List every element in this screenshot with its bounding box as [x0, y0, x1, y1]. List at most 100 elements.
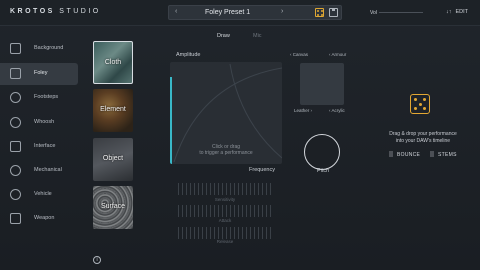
edit-icon: ↓↑ — [446, 9, 452, 15]
slider-tick — [238, 227, 239, 239]
performance-pad[interactable]: Click or drag to trigger a performance — [170, 62, 282, 164]
bounce-button[interactable]: BOUNCE — [389, 151, 420, 158]
bounce-label: BOUNCE — [397, 152, 421, 158]
pad-hint-line: to trigger a performance — [199, 150, 253, 156]
sidebar-item-foley[interactable]: Foley — [0, 63, 78, 85]
slider-tick — [198, 183, 199, 195]
slider-tick — [262, 227, 263, 239]
pitch-knob[interactable] — [304, 134, 340, 170]
brand-suffix: STUDIO — [59, 8, 101, 15]
slider-tick — [238, 183, 239, 195]
slider-tick — [186, 183, 187, 195]
sidebar-item-label: Weapon — [34, 215, 55, 221]
sidebar-item-label: Mechanical — [34, 167, 62, 173]
slider-tick — [206, 205, 207, 217]
morph-label-acrylic[interactable]: ‹ Acrylic — [329, 108, 345, 113]
slider-tick — [194, 205, 195, 217]
sidebar-item-weapon[interactable]: Weapon — [0, 208, 78, 230]
drag-drop-dice-icon[interactable] — [410, 94, 430, 114]
slider-tick — [230, 227, 231, 239]
volume-slider[interactable] — [379, 12, 423, 13]
slider-tick — [226, 183, 227, 195]
sidebar-item-label: Whoosh — [34, 119, 55, 125]
slider-tick — [210, 227, 211, 239]
gear-icon — [10, 165, 21, 176]
slider-tick — [234, 183, 235, 195]
slider-tick — [262, 183, 263, 195]
tile-element[interactable]: Element — [93, 89, 133, 132]
frequency-label: Frequency — [249, 167, 275, 173]
morph-pad[interactable] — [300, 63, 344, 105]
slider-tick — [178, 227, 179, 239]
tile-label: Object — [102, 155, 124, 162]
sensitivity-slider[interactable] — [178, 183, 272, 195]
sidebar-item-vehicle[interactable]: Vehicle — [0, 184, 78, 206]
stems-button[interactable]: STEMS — [430, 151, 457, 158]
top-bar: KROTOS STUDIO ‹ Foley Preset 1 › Vol ↓↑ E… — [0, 0, 480, 26]
brand-logo: KROTOS STUDIO — [10, 8, 101, 15]
info-icon[interactable]: i — [93, 256, 101, 264]
sidebar-item-whoosh[interactable]: Whoosh — [0, 112, 78, 134]
stems-label: STEMS — [438, 152, 457, 158]
preset-selector[interactable]: ‹ Foley Preset 1 › — [168, 5, 342, 20]
amplitude-label: Amplitude — [176, 52, 201, 58]
tile-object[interactable]: Object — [93, 138, 133, 181]
slider-tick — [194, 183, 195, 195]
slider-tick — [234, 205, 235, 217]
release-slider[interactable] — [178, 227, 272, 239]
sidebar-item-footsteps[interactable]: Footsteps — [0, 87, 78, 109]
morph-label-canvas[interactable]: ‹ Canvas — [290, 52, 308, 57]
slider-tick — [214, 183, 215, 195]
slider-tick — [206, 183, 207, 195]
slider-tick — [254, 183, 255, 195]
edit-button[interactable]: ↓↑ EDIT — [446, 9, 472, 15]
slider-tick — [254, 227, 255, 239]
slider-tick — [210, 183, 211, 195]
sidebar-item-label: Foley — [34, 70, 48, 76]
tab-mic[interactable]: Mic — [253, 33, 262, 39]
slider-tick — [206, 227, 207, 239]
slider-tick — [258, 205, 259, 217]
tile-surface[interactable]: Surface — [93, 186, 133, 229]
slider-tick — [234, 227, 235, 239]
tile-label: Surface — [100, 203, 126, 210]
preset-name[interactable]: Foley Preset 1 — [205, 9, 250, 16]
sidebar-item-interface[interactable]: Interface — [0, 136, 78, 158]
pitch-label: Pitch — [317, 168, 330, 174]
interface-icon — [10, 141, 21, 152]
brand-name: KROTOS — [10, 8, 55, 15]
category-sidebar: Background Foley Footsteps Whoosh Interf… — [0, 26, 82, 270]
attack-slider[interactable] — [178, 205, 272, 217]
sidebar-item-mechanical[interactable]: Mechanical — [0, 160, 78, 182]
app-window: KROTOS STUDIO ‹ Foley Preset 1 › Vol ↓↑ E… — [0, 0, 480, 270]
volume-label: Vol — [370, 10, 377, 16]
edit-label: EDIT — [455, 9, 469, 15]
sensitivity-label: Sensitivity — [214, 197, 236, 202]
morph-label-armour[interactable]: ‹ Armour — [329, 52, 346, 57]
drag-drop-line: into your DAW's timeline — [395, 137, 451, 144]
slider-tick — [270, 205, 271, 217]
slider-tick — [190, 227, 191, 239]
save-icon[interactable] — [329, 8, 338, 17]
slider-tick — [198, 227, 199, 239]
drag-drop-instructions: Drag & drop your performance into your D… — [378, 131, 468, 144]
drag-drop-line: Drag & drop your performance — [389, 131, 457, 137]
randomize-dice-icon[interactable] — [315, 8, 324, 17]
slider-tick — [266, 227, 267, 239]
tile-cloth[interactable]: Cloth — [93, 41, 133, 84]
sidebar-item-background[interactable]: Background — [0, 38, 78, 60]
tab-draw[interactable]: Draw — [217, 33, 230, 39]
slider-tick — [246, 227, 247, 239]
slider-tick — [182, 227, 183, 239]
slider-tick — [198, 205, 199, 217]
slider-tick — [226, 205, 227, 217]
slider-tick — [186, 227, 187, 239]
sidebar-item-label: Interface — [34, 143, 56, 149]
prev-preset-button[interactable]: ‹ — [175, 8, 177, 15]
slider-tick — [222, 183, 223, 195]
morph-label-leather[interactable]: Leather › — [294, 108, 312, 113]
drag-handle-icon — [430, 151, 434, 157]
sidebar-item-label: Vehicle — [34, 191, 52, 197]
foley-icon — [10, 68, 21, 79]
next-preset-button[interactable]: › — [281, 8, 283, 15]
